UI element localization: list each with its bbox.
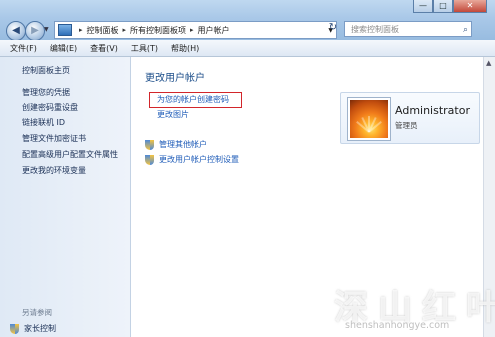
parental-controls-label: 家长控制	[24, 324, 56, 333]
uac-settings-label: 更改用户帐户控制设置	[159, 155, 239, 164]
user-avatar[interactable]	[348, 98, 390, 140]
sidebar-home-link[interactable]: 控制面板主页	[22, 65, 70, 76]
sidebar-link-online-id[interactable]: 链接联机 ID	[22, 117, 65, 128]
parental-controls-link[interactable]: 家长控制	[10, 323, 56, 334]
window-controls: — □ ✕	[413, 0, 487, 13]
breadcrumb-control-panel[interactable]: 控制面板	[87, 25, 119, 36]
close-button[interactable]: ✕	[453, 0, 487, 13]
refresh-icon[interactable]: ↻	[326, 22, 340, 36]
breadcrumb-all-items[interactable]: 所有控制面板项	[130, 25, 186, 36]
breadcrumb-separator-icon[interactable]: ▸	[190, 26, 194, 34]
page-title: 更改用户帐户	[145, 73, 205, 84]
see-also-heading: 另请参阅	[22, 308, 52, 317]
sidebar-link-reset-disk[interactable]: 创建密码重设盘	[22, 102, 78, 113]
menu-view[interactable]: 查看(V)	[81, 43, 122, 54]
menu-bar: 文件(F) 编辑(E) 查看(V) 工具(T) 帮助(H)	[0, 40, 495, 57]
sidebar-link-encryption-certs[interactable]: 管理文件加密证书	[22, 133, 86, 144]
control-panel-icon	[58, 24, 72, 36]
sidebar: 控制面板主页 管理您的凭据 创建密码重设盘 链接联机 ID 管理文件加密证书 配…	[0, 57, 131, 337]
recent-pages-dropdown[interactable]: ▼	[44, 26, 49, 33]
minimize-button[interactable]: —	[413, 0, 433, 13]
manage-other-accounts-link[interactable]: 管理其他帐户	[145, 139, 207, 150]
search-placeholder: 搜索控制面板	[351, 25, 399, 34]
menu-file[interactable]: 文件(F)	[0, 43, 41, 54]
manage-other-accounts-label: 管理其他帐户	[159, 140, 207, 149]
breadcrumb-separator-icon[interactable]: ▸	[123, 26, 127, 34]
sidebar-link-profile-properties[interactable]: 配置高级用户配置文件属性	[22, 149, 118, 160]
shield-icon	[145, 139, 154, 150]
breadcrumb-separator-icon[interactable]: ▸	[79, 26, 83, 34]
change-picture-link[interactable]: 更改图片	[157, 109, 189, 120]
account-card: Administrator 管理员	[340, 92, 480, 144]
shield-icon	[145, 154, 154, 165]
shield-icon	[10, 323, 19, 334]
account-role: 管理员	[395, 121, 418, 130]
title-bar: — □ ✕ ◀ ▶ ▼ ▸ 控制面板 ▸ 所有控制面板项 ▸ 用户帐户 ▼ ↻ …	[0, 0, 495, 41]
menu-edit[interactable]: 编辑(E)	[41, 43, 81, 54]
back-button[interactable]: ◀	[6, 21, 26, 41]
maximize-button[interactable]: □	[433, 0, 453, 13]
search-icon[interactable]: ⌕	[463, 22, 468, 38]
uac-settings-link[interactable]: 更改用户帐户控制设置	[145, 154, 239, 165]
forward-button[interactable]: ▶	[25, 21, 45, 41]
watermark-url: shenshanhongye.com	[345, 320, 450, 331]
menu-tools[interactable]: 工具(T)	[122, 43, 162, 54]
breadcrumb-user-accounts[interactable]: 用户帐户	[198, 25, 230, 36]
scroll-up-icon[interactable]: ▲	[486, 59, 491, 67]
address-bar[interactable]: ▸ 控制面板 ▸ 所有控制面板项 ▸ 用户帐户 ▼	[54, 21, 337, 39]
create-password-link[interactable]: 为您的帐户创建密码	[157, 94, 229, 105]
account-name: Administrator	[395, 104, 470, 117]
menu-help[interactable]: 帮助(H)	[162, 43, 203, 54]
sidebar-link-environment-variables[interactable]: 更改我的环境变量	[22, 165, 86, 176]
search-input[interactable]: 搜索控制面板 ⌕	[344, 21, 472, 37]
sidebar-link-credentials[interactable]: 管理您的凭据	[22, 87, 70, 98]
